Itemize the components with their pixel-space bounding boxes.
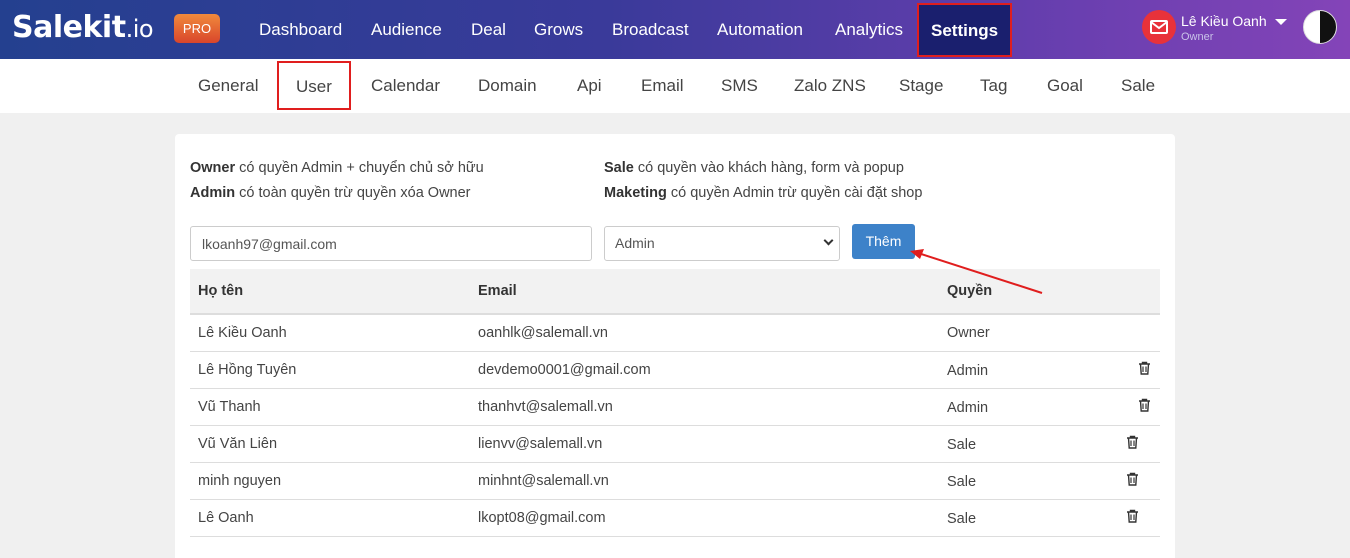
annotation-arrow [910, 249, 1043, 294]
